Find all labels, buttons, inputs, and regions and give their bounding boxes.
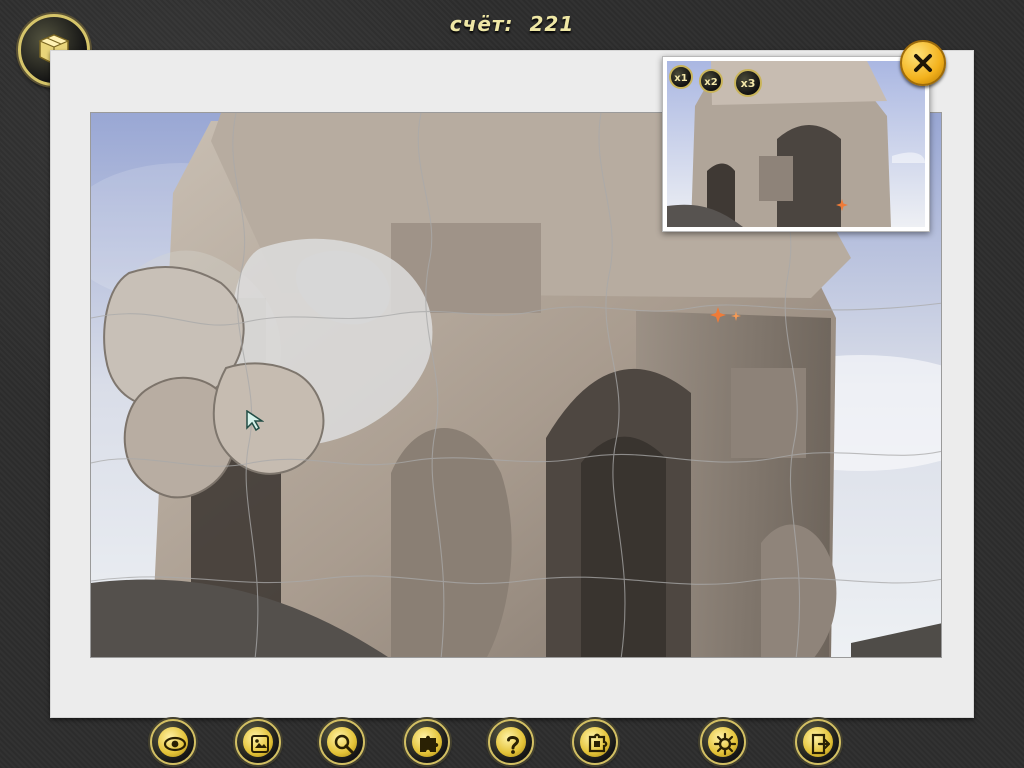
zoom-x1-button[interactable]: x1	[669, 65, 693, 89]
exit-icon	[811, 733, 831, 755]
game-screen: счёт: 221 x1 x2 x3	[0, 0, 1024, 768]
photo-icon	[251, 735, 269, 753]
zoom-x3-button[interactable]: x3	[734, 69, 762, 97]
photo-button[interactable]	[235, 719, 281, 765]
score-value: 221	[529, 12, 575, 36]
question-icon	[507, 736, 520, 754]
reference-preview[interactable]: x1 x2 x3	[662, 56, 930, 232]
zoom-x2-button[interactable]: x2	[699, 69, 723, 93]
puzzle-pieces-icon	[420, 735, 439, 752]
mouse-cursor-icon	[246, 409, 265, 436]
pieces-button[interactable]	[572, 719, 618, 765]
eye-icon	[163, 736, 187, 752]
score-label: счёт:	[449, 12, 514, 36]
magnifier-icon	[334, 734, 354, 754]
sparkle-icon	[834, 196, 860, 220]
score-display: счёт: 221	[0, 12, 1024, 36]
sparkle-icon	[708, 303, 748, 337]
exit-button[interactable]	[795, 719, 841, 765]
show-hint-button[interactable]	[150, 719, 196, 765]
gear-icon	[713, 732, 737, 756]
magnifier-button[interactable]	[319, 719, 365, 765]
piece-icon	[588, 733, 608, 753]
settings-button[interactable]	[700, 719, 746, 765]
sort-pieces-button[interactable]	[404, 719, 450, 765]
close-preview-button[interactable]	[900, 40, 946, 86]
help-button[interactable]	[488, 719, 534, 765]
close-icon	[914, 54, 932, 72]
